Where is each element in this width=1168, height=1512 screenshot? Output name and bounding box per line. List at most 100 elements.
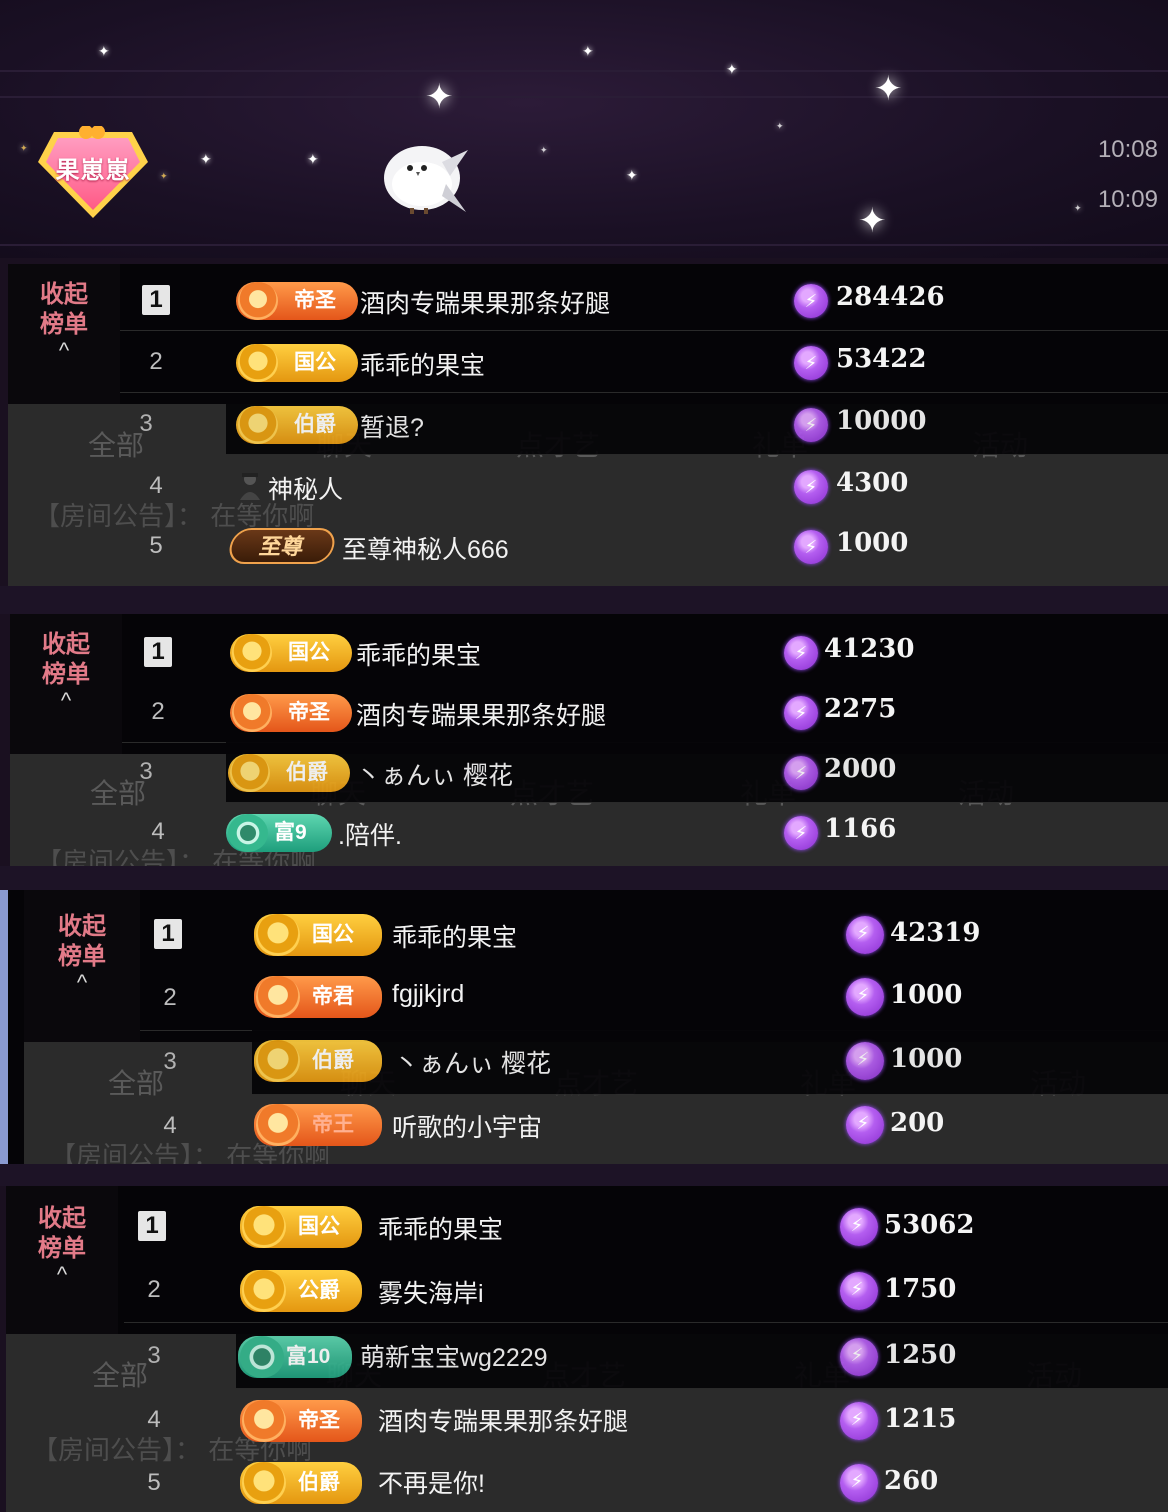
header-divider <box>0 96 1168 98</box>
medal-icon <box>242 1206 286 1248</box>
supreme-badge: 至尊 <box>226 528 338 564</box>
noble-title-badge: 国公 <box>240 1206 362 1248</box>
lightning-coin-icon <box>794 530 828 564</box>
header-divider <box>0 70 1168 72</box>
ranking-row[interactable]: 1 国公 乖乖的果宝 41230 <box>122 622 1168 683</box>
ranking-row[interactable]: 2 帝君 fgjjkjrd 1000 <box>140 966 1168 1031</box>
contribution-score: 1750 <box>884 1274 957 1304</box>
rank-number: 2 <box>147 1276 161 1303</box>
medal-icon <box>232 694 272 732</box>
ranking-row[interactable]: 3 伯爵 丶ぁんぃ 樱花 1000 <box>163 1030 1168 1095</box>
user-name: 不再是你! <box>378 1470 485 1498</box>
ranking-row[interactable]: 3 伯爵 暂退? 10000 <box>139 394 1168 455</box>
rank-number: 3 <box>163 1048 177 1075</box>
lightning-coin-icon <box>846 978 884 1016</box>
user-name: 乖乖的果宝 <box>356 642 482 670</box>
wealth-level: 富10 <box>286 1345 331 1368</box>
ranking-row[interactable]: 1 国公 乖乖的果宝 53062 <box>124 1194 1168 1259</box>
rank-number: 2 <box>163 984 177 1011</box>
header-divider <box>0 244 1168 246</box>
medal-icon <box>242 1400 286 1442</box>
ranking-row[interactable]: 4 神秘人 4300 <box>120 456 1168 516</box>
rank-number: 1 <box>138 1211 166 1241</box>
ranking-row[interactable]: 4 富9 .陪伴. 1166 <box>122 802 1168 862</box>
collapse-label: 榜单 <box>38 1235 86 1262</box>
ranking-row[interactable]: 3 富10 萌新宝宝wg2229 1250 <box>147 1324 1168 1389</box>
noble-title: 伯爵 <box>286 761 328 784</box>
noble-title-badge: 公爵 <box>240 1270 362 1312</box>
medal-icon <box>256 1104 300 1146</box>
lightning-coin-icon <box>784 696 818 730</box>
star-icon: ✦ <box>1074 203 1082 213</box>
chevron-up-icon: ^ <box>76 970 88 995</box>
ranking-row[interactable]: 5 至尊 至尊神秘人666 1000 <box>120 516 1168 576</box>
chevron-up-icon: ^ <box>58 338 70 363</box>
star-icon: ✦ <box>582 43 594 59</box>
lightning-coin-icon <box>840 1272 878 1310</box>
lightning-coin-icon <box>840 1338 878 1376</box>
medal-icon <box>256 1040 300 1082</box>
noble-title-badge: 帝君 <box>254 976 382 1018</box>
user-name: 乖乖的果宝 <box>392 924 518 952</box>
medal-icon <box>242 1270 286 1312</box>
noble-title: 帝圣 <box>298 1409 340 1432</box>
room-badge[interactable]: 果崽崽 <box>36 126 150 220</box>
medal-icon <box>242 1462 286 1504</box>
ranking-row[interactable]: 5 伯爵 不再是你! 260 <box>124 1452 1168 1512</box>
user-name: 神秘人 <box>268 476 344 504</box>
user-name: 暂退? <box>360 414 424 442</box>
ranking-row[interactable]: 4 帝圣 酒肉专踹果果那条好腿 1215 <box>124 1388 1168 1452</box>
rank-number: 3 <box>139 410 153 437</box>
noble-title: 帝圣 <box>288 701 330 724</box>
rank-number: 1 <box>144 637 172 667</box>
contribution-score: 1000 <box>836 528 909 558</box>
collapse-ranking-button[interactable]: 收起 榜单 ^ <box>6 1186 118 1334</box>
chevron-up-icon: ^ <box>56 1262 68 1287</box>
contribution-score: 42319 <box>890 918 981 948</box>
user-name: fgjjkjrd <box>392 980 465 1008</box>
contribution-score: 1166 <box>824 814 897 844</box>
wealth-level-badge: 富10 <box>238 1336 352 1378</box>
noble-title: 国公 <box>288 641 330 664</box>
medal-icon <box>228 814 268 852</box>
ranking-row[interactable]: 3 伯爵 丶ぁんぃ 樱花 2000 <box>139 742 1168 803</box>
ranking-row[interactable]: 4 帝王 听歌的小宇宙 200 <box>140 1094 1168 1158</box>
ranking-row[interactable]: 2 国公 乖乖的果宝 53422 <box>120 332 1168 393</box>
lightning-coin-icon <box>846 916 884 954</box>
collapse-ranking-button[interactable]: 收起 榜单 ^ <box>10 614 122 754</box>
user-name: 酒肉专踹果果那条好腿 <box>378 1408 629 1436</box>
rank-number: 4 <box>163 1112 177 1139</box>
side-edge <box>0 890 8 1164</box>
star-icon: ✦ <box>200 151 212 167</box>
noble-title: 帝王 <box>312 1113 354 1136</box>
ranking-row[interactable]: 1 国公 乖乖的果宝 42319 <box>140 902 1168 967</box>
lightning-coin-icon <box>840 1464 878 1502</box>
noble-title-badge: 伯爵 <box>236 406 358 444</box>
user-name: .陪伴. <box>338 822 402 850</box>
collapse-ranking-button[interactable]: 收起 榜单 ^ <box>8 264 120 404</box>
user-name: 丶ぁんぃ 樱花 <box>394 1050 551 1078</box>
star-icon: ✦ <box>540 145 548 155</box>
star-icon: ✦ <box>98 43 110 59</box>
star-icon: ✦ <box>626 167 638 183</box>
noble-title-badge: 帝圣 <box>236 282 358 320</box>
wealth-level: 富9 <box>274 821 307 844</box>
user-name: 听歌的小宇宙 <box>392 1114 543 1142</box>
lightning-coin-icon <box>784 756 818 790</box>
contribution-score: 2275 <box>824 694 897 724</box>
ranking-row[interactable]: 2 公爵 雾失海岸i 1750 <box>124 1258 1168 1323</box>
star-icon: ✦ <box>726 61 738 77</box>
user-name: 丶ぁんぃ 樱花 <box>356 762 513 790</box>
ranking-row[interactable]: 1 帝圣 酒肉专踹果果那条好腿 284426 <box>120 270 1168 331</box>
star-icon: ✦ <box>874 70 903 108</box>
contribution-score: 260 <box>884 1466 939 1496</box>
medal-icon <box>256 976 300 1018</box>
noble-title: 帝君 <box>312 985 354 1008</box>
rank-number: 5 <box>147 1469 161 1496</box>
contribution-score: 1000 <box>890 980 963 1010</box>
medal-icon <box>238 282 278 320</box>
ranking-row[interactable]: 2 帝圣 酒肉专踹果果那条好腿 2275 <box>122 682 1168 743</box>
collapse-label: 榜单 <box>58 943 106 970</box>
ranking-panel: 全部 聊天 点才艺 礼单 活动 【房间公告】： 在等你啊 收起榜单 ^ 1 国公… <box>10 614 1168 866</box>
collapse-ranking-button[interactable]: 收起 榜单 ^ <box>24 890 140 1042</box>
